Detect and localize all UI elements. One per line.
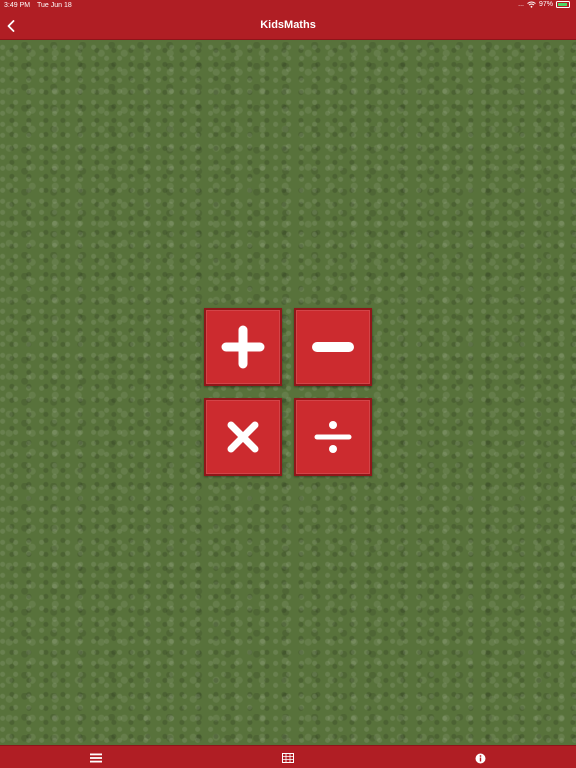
operations-grid [204, 308, 372, 476]
status-indicators: ... 97% [518, 1, 570, 8]
status-date: Tue Jun 18 [37, 2, 72, 9]
menu-icon [90, 753, 102, 763]
divide-icon [314, 421, 352, 453]
battery-percent: 97% [538, 1, 553, 8]
battery-icon [556, 1, 570, 8]
status-bar: 3:49 PM Tue Jun 18 ... 97% [0, 0, 576, 12]
addition-button[interactable] [204, 308, 282, 386]
times-icon [227, 421, 259, 453]
division-button[interactable] [294, 398, 372, 476]
tab-bar [0, 745, 576, 768]
status-time: 3:49 PM [4, 2, 31, 9]
plus-icon [221, 325, 265, 369]
subtraction-button[interactable] [294, 308, 372, 386]
page-title: KidsMaths [260, 19, 316, 31]
multiplication-button[interactable] [204, 398, 282, 476]
minus-icon [312, 342, 354, 352]
status-dots: ... [518, 1, 524, 8]
tab-menu[interactable] [86, 750, 106, 766]
tab-info[interactable] [470, 750, 490, 766]
wifi-icon [527, 1, 536, 8]
navigation-bar: KidsMaths [0, 12, 576, 40]
table-icon [282, 753, 294, 763]
info-icon [475, 753, 485, 763]
tab-table[interactable] [278, 750, 298, 766]
